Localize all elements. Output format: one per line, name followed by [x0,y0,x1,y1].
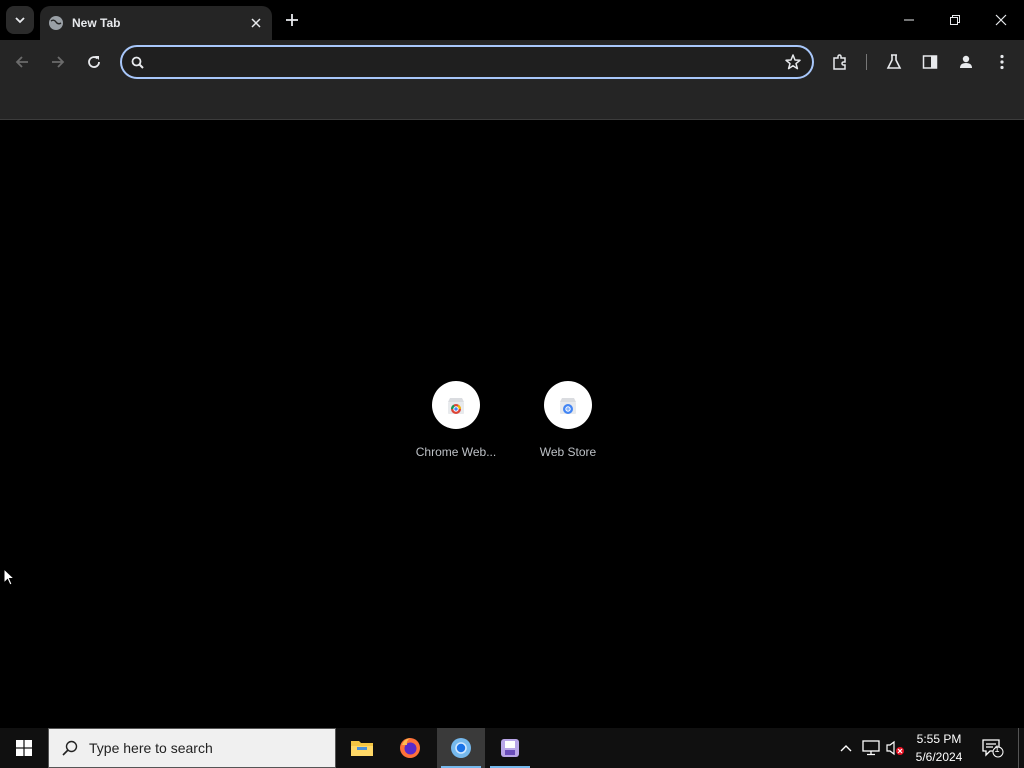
back-button[interactable] [10,50,34,74]
chrome-icon [451,738,471,758]
close-icon [251,18,261,28]
forward-button[interactable] [46,50,70,74]
minimize-icon [904,19,914,21]
tab-strip: New Tab [0,0,1024,40]
search-icon [62,740,78,756]
close-tab-button[interactable] [246,13,266,33]
chevron-up-icon [840,745,852,752]
side-panel-icon [922,55,938,69]
shortcut-chrome-web-store[interactable]: Chrome Web... [400,381,512,471]
arrow-left-icon [15,56,28,68]
extensions-button[interactable] [830,52,850,72]
new-tab-button[interactable] [280,8,304,32]
new-tab-page: Chrome Web... Web Store [0,121,1024,728]
side-panel-button[interactable] [920,52,940,72]
labs-button[interactable] [884,52,904,72]
flask-icon [886,54,902,69]
clock-time: 5:55 PM [916,732,962,746]
taskbar-search-placeholder: Type here to search [89,740,213,756]
volume-button[interactable] [884,728,906,768]
taskbar-chrome[interactable] [437,728,485,768]
taskbar-firefox[interactable] [386,728,434,768]
address-input[interactable] [154,51,774,73]
search-icon [130,55,146,71]
shortcut-label: Chrome Web... [415,445,497,459]
close-icon [995,14,1007,26]
app-icon [501,739,519,757]
notification-count: 1 [994,744,1000,754]
taskbar-search-box[interactable]: Type here to search [48,728,336,768]
chevron-down-icon [15,17,25,24]
address-bar[interactable] [120,45,814,79]
person-icon [960,55,972,68]
shortcut-label: Web Store [539,445,597,459]
network-button[interactable] [860,728,882,768]
profile-button[interactable] [956,52,976,72]
taskbar-clock[interactable]: 5:55 PM 5/6/2024 [906,730,972,766]
reload-icon [88,56,100,68]
mouse-cursor-icon [3,568,15,586]
toolbar-separator [866,54,867,70]
show-desktop-button[interactable] [1018,728,1024,768]
minimize-button[interactable] [886,0,932,40]
tab-search-button[interactable] [6,6,34,34]
folder-icon [351,741,373,756]
tab-title: New Tab [72,16,121,30]
menu-button[interactable] [992,52,1012,72]
notification-center-button[interactable]: 1 [978,728,1008,768]
taskbar-file-explorer[interactable] [338,728,386,768]
show-hidden-icons-button[interactable] [836,728,856,768]
chrome-web-store-icon [448,398,464,414]
tab-new-tab[interactable]: New Tab [40,6,272,40]
shortcut-web-store[interactable]: Web Store [512,381,624,471]
restore-icon [950,15,960,25]
reload-button[interactable] [82,50,106,74]
plus-icon [286,14,298,26]
kebab-menu-icon [1000,54,1004,70]
bookmark-star-icon[interactable] [784,53,802,71]
start-button[interactable] [0,728,48,768]
restore-button[interactable] [932,0,978,40]
toolbar [0,40,1024,84]
volume-muted-icon [886,740,904,756]
taskbar-app[interactable] [486,728,534,768]
clock-date: 5/6/2024 [915,750,963,764]
network-icon [862,740,880,756]
screen: New Tab Chrome Web... Web Store Type her… [0,0,1024,768]
arrow-right-icon [52,56,65,68]
bookmarks-bar [0,84,1024,120]
puzzle-icon [833,54,846,70]
web-store-icon [560,398,576,414]
firefox-icon [400,738,420,758]
shortcut-icon [544,381,592,429]
globe-icon [48,15,64,31]
close-window-button[interactable] [978,0,1024,40]
windows-logo-icon [16,740,32,756]
shortcut-icon [432,381,480,429]
taskbar: Type here to search 5:55 PM 5/6/2024 1 [0,728,1024,768]
